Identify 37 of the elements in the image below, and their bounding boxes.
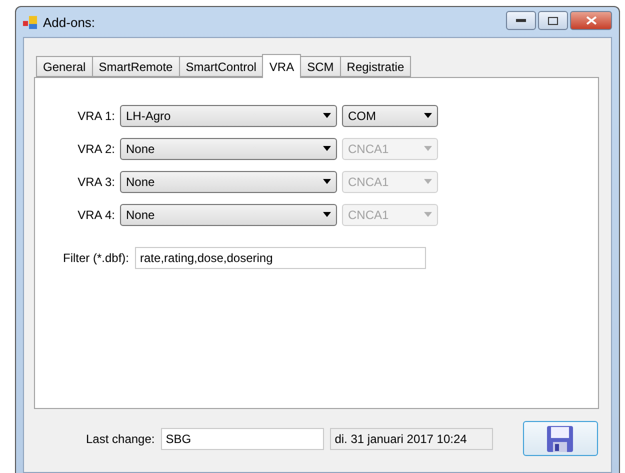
- close-icon: [586, 16, 596, 25]
- dropdown-arrow-icon: [424, 179, 432, 184]
- minimize-button[interactable]: [506, 11, 536, 30]
- device-dropdown[interactable]: None: [120, 138, 337, 160]
- vra-label: VRA 1:: [76, 108, 115, 122]
- close-button[interactable]: [570, 11, 612, 30]
- dropdown-arrow-icon: [323, 179, 331, 184]
- maximize-button[interactable]: [538, 11, 568, 30]
- vra-label: VRA 4:: [76, 208, 115, 222]
- save-button[interactable]: [522, 421, 598, 456]
- tab[interactable]: SmartControl: [178, 56, 264, 77]
- last-change-label: Last change:: [86, 432, 155, 446]
- dropdown-arrow-icon: [424, 113, 432, 118]
- dropdown-arrow-icon: [424, 146, 432, 151]
- dropdown-arrow-icon: [424, 212, 432, 217]
- device-dropdown[interactable]: None: [120, 204, 337, 226]
- user-field[interactable]: SBG: [160, 428, 324, 450]
- dropdown-arrow-icon: [323, 146, 331, 151]
- window-title: Add-ons:: [43, 14, 96, 30]
- filter-label: Filter (*.dbf):: [63, 251, 130, 265]
- dropdown-arrow-icon: [323, 212, 331, 217]
- minimize-icon: [516, 18, 526, 22]
- tab[interactable]: SmartRemote: [92, 56, 180, 77]
- port-dropdown[interactable]: COM: [342, 104, 438, 126]
- tab[interactable]: Registratie: [340, 56, 412, 77]
- device-dropdown[interactable]: None: [120, 170, 337, 192]
- tab[interactable]: General: [36, 56, 93, 77]
- maximize-icon: [548, 16, 558, 24]
- tab[interactable]: SCM: [300, 56, 341, 77]
- device-dropdown[interactable]: LH-Agro: [120, 104, 337, 126]
- vra-label: VRA 2:: [76, 142, 115, 156]
- date-field: di. 31 januari 2017 10:24: [330, 428, 493, 450]
- filter-field[interactable]: rate,rating,dose,dosering: [135, 247, 426, 269]
- app-icon: [23, 15, 37, 29]
- vra-label: VRA 3:: [76, 174, 115, 188]
- dropdown-arrow-icon: [323, 113, 331, 118]
- tab[interactable]: VRA: [262, 54, 302, 78]
